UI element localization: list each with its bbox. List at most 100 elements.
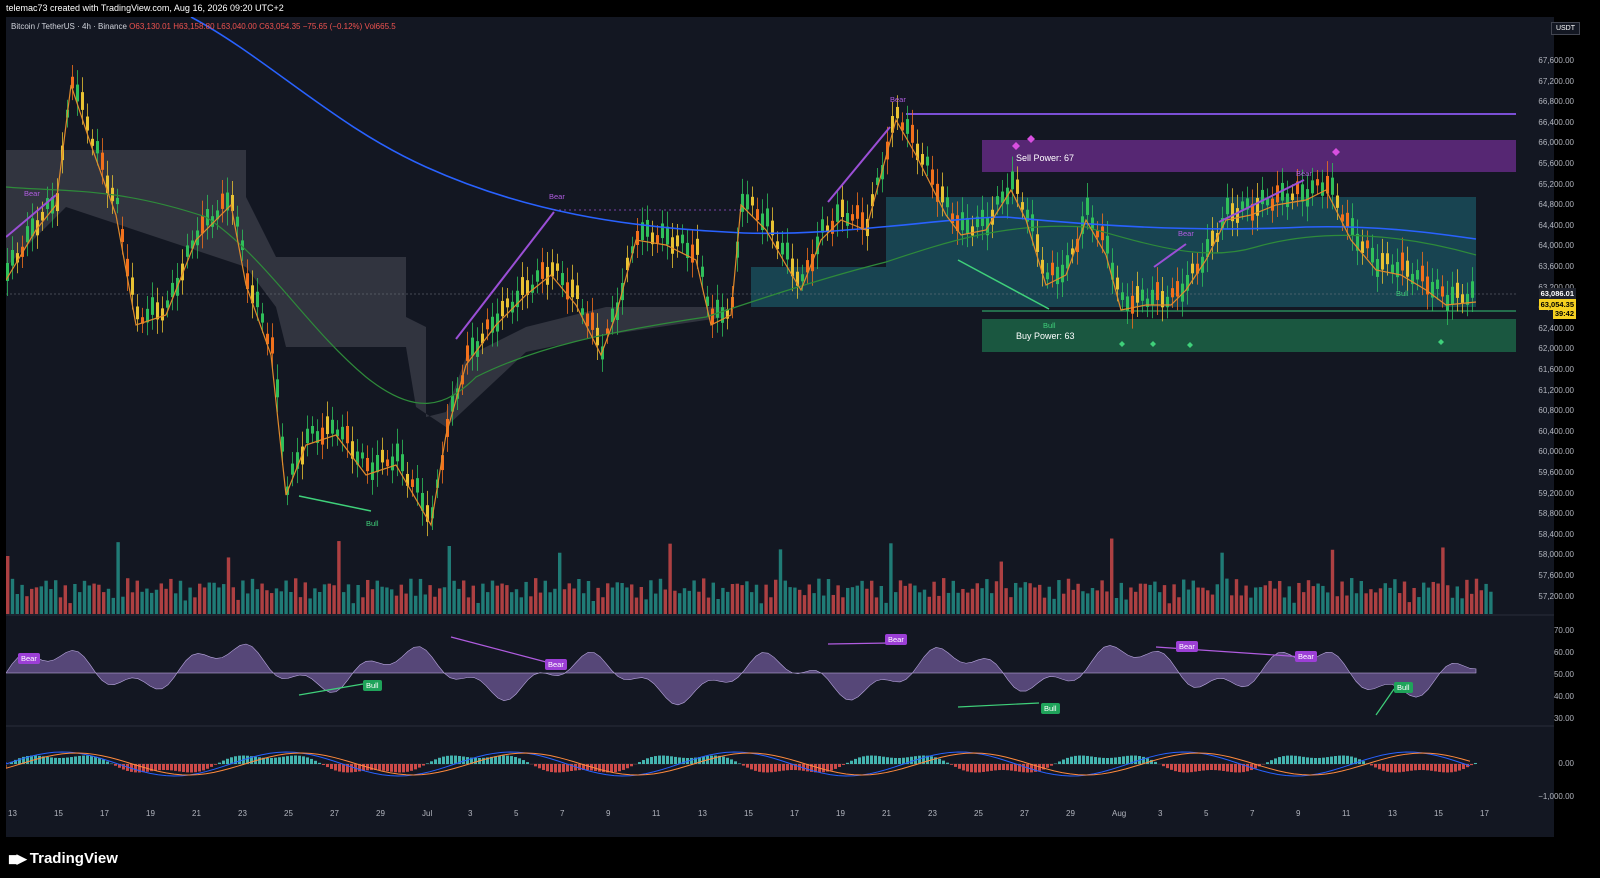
date-axis-tick: 13 [8, 809, 17, 818]
candle-body [1036, 234, 1039, 252]
macd-histogram-bar [1278, 757, 1281, 764]
volume-bar [870, 580, 874, 614]
macd-histogram-bar [46, 756, 49, 764]
candle-body [311, 425, 314, 434]
macd-histogram-bar [1270, 760, 1273, 764]
candle-body [166, 300, 169, 308]
macd-histogram-bar [1414, 764, 1417, 771]
volume-bar [1167, 603, 1171, 614]
volume-bar [1138, 583, 1143, 614]
volume-bar [169, 578, 173, 614]
candle-body [681, 234, 684, 244]
volume-value: Vol665.5 [364, 22, 396, 31]
candle-body [696, 238, 699, 255]
volume-bar [567, 583, 571, 614]
volume-bar [961, 588, 965, 614]
candle-body [1436, 279, 1439, 289]
volume-bar [298, 597, 303, 614]
volume-bar [1129, 587, 1133, 614]
macd-histogram-bar [610, 764, 613, 773]
macd-histogram-bar [1302, 756, 1305, 764]
volume-bar [553, 588, 557, 614]
volume-bar [1489, 591, 1493, 614]
macd-histogram-bar [970, 764, 973, 773]
volume-bar [1249, 597, 1253, 614]
price-axis-tick: 57,600.00 [1538, 571, 1574, 580]
candle-body [1381, 253, 1384, 270]
candle-body [1316, 179, 1319, 186]
volume-bar [385, 587, 389, 614]
volume-bar [202, 587, 207, 614]
candle-body [661, 223, 664, 239]
macd-histogram-bar [1390, 764, 1393, 773]
rsi-bull-divergence [957, 702, 1040, 708]
candle-body [666, 226, 669, 245]
date-axis-tick: 19 [836, 809, 845, 818]
candle-body [261, 313, 264, 323]
candle-body [1441, 286, 1444, 297]
volume-bar [231, 587, 235, 614]
candle-body [801, 274, 804, 282]
price-axis[interactable]: USDT 67,600.00 67,200.00 66,800.00 66,400.0… [1538, 17, 1600, 837]
volume-bar [687, 590, 691, 614]
candle-body [646, 219, 649, 237]
candle-body [1451, 286, 1454, 305]
volume-bar [102, 592, 106, 614]
volume-bar [1114, 598, 1119, 614]
volume-bar [639, 587, 643, 614]
volume-bar [730, 583, 735, 614]
volume-bar [308, 598, 312, 614]
volume-bar [30, 588, 34, 614]
candle-body [656, 235, 659, 243]
macd-histogram-bar [1114, 757, 1117, 764]
volume-bar [841, 597, 845, 614]
rsi-axis-tick: 50.00 [1553, 670, 1574, 679]
volume-bar [1374, 592, 1378, 614]
volume-bar [1441, 547, 1445, 614]
macd-histogram-bar [986, 764, 989, 772]
macd-histogram-bar [754, 764, 757, 771]
volume-bar [433, 596, 437, 614]
macd-histogram-bar [542, 764, 545, 770]
candle-body [1386, 253, 1389, 265]
volume-bar [606, 583, 610, 614]
chart-area[interactable]: Bitcoin / TetherUS · 4h · Binance O63,13… [6, 17, 1554, 837]
candle-body [581, 308, 584, 315]
volume-bar [658, 578, 663, 614]
price-axis-tick: 57,200.00 [1538, 591, 1574, 601]
macd-histogram-bar [322, 764, 325, 765]
candle-body [81, 92, 84, 110]
macd-histogram-bar [518, 758, 521, 764]
symbol-name[interactable]: Bitcoin / TetherUS · 4h · Binance [11, 22, 127, 31]
volume-bar [577, 578, 581, 614]
macd-histogram-bar [714, 755, 717, 764]
date-axis-tick: 11 [652, 809, 661, 818]
macd-histogram-bar [378, 764, 381, 771]
candle-body [1086, 197, 1089, 215]
date-axis-tick: 15 [54, 809, 63, 818]
candle-body [561, 273, 564, 286]
candle-body [306, 428, 309, 444]
volume-bar [596, 587, 600, 614]
volume-bar [1359, 580, 1363, 614]
volume-bar [135, 580, 139, 614]
chart-canvas[interactable] [6, 17, 1554, 837]
macd-histogram-bar [1274, 758, 1277, 764]
tradingview-logo[interactable]: ◼▶ TradingView [8, 850, 118, 867]
macd-histogram-bar [1386, 764, 1389, 772]
macd-histogram-bar [1178, 764, 1181, 773]
volume-bar [198, 583, 202, 614]
volume-bar [1302, 592, 1306, 614]
macd-histogram-bar [1102, 757, 1105, 764]
volume-bar [486, 592, 490, 614]
volume-bar [1436, 583, 1440, 614]
candle-body [1471, 281, 1474, 298]
macd-histogram-bar [74, 756, 77, 764]
candle-body [161, 308, 164, 321]
volume-bar [1119, 582, 1123, 614]
change-value: −75.65 (−0.12%) [302, 22, 363, 31]
currency-badge[interactable]: USDT [1550, 22, 1580, 35]
candle-body [156, 302, 159, 320]
date-axis-tick: Jul [422, 809, 433, 818]
volume-bar [1201, 587, 1205, 614]
